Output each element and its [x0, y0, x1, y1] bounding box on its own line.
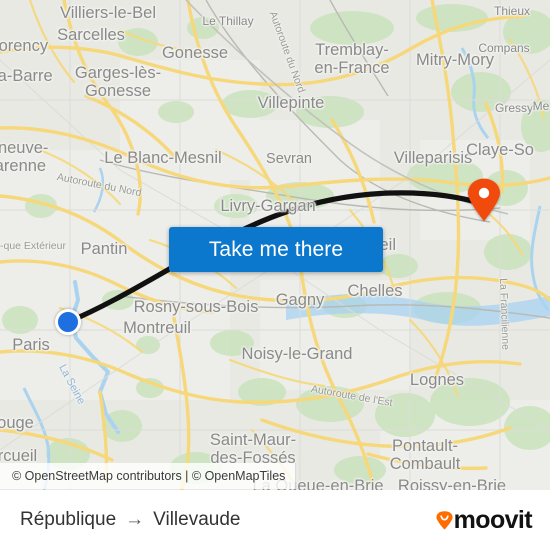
- route-destination: Villevaude: [153, 509, 241, 530]
- map-attribution[interactable]: © OpenStreetMap contributors | © OpenMap…: [0, 463, 297, 489]
- moovit-logo[interactable]: moovit: [436, 505, 533, 535]
- arrow-right-icon: →: [125, 509, 145, 530]
- bottom-bar: République → Villevaude moovit: [0, 490, 550, 550]
- moovit-wordmark: moovit: [453, 505, 533, 534]
- map-attribution-text: © OpenStreetMap contributors | © OpenMap…: [12, 469, 286, 483]
- route-origin: République: [20, 509, 117, 530]
- moovit-trip-screen: Villiers-le-Bel Le Thillay Sarcelles Goness…: [0, 0, 550, 550]
- take-me-there-label: Take me there: [208, 237, 344, 261]
- take-me-there-button[interactable]: Take me there: [169, 227, 383, 272]
- destination-pin[interactable]: [467, 178, 501, 222]
- route-title: République → Villevaude: [20, 509, 240, 531]
- map-canvas[interactable]: Villiers-le-Bel Le Thillay Sarcelles Goness…: [0, 0, 550, 490]
- origin-dot[interactable]: [55, 309, 81, 335]
- moovit-pin-icon: [436, 510, 453, 530]
